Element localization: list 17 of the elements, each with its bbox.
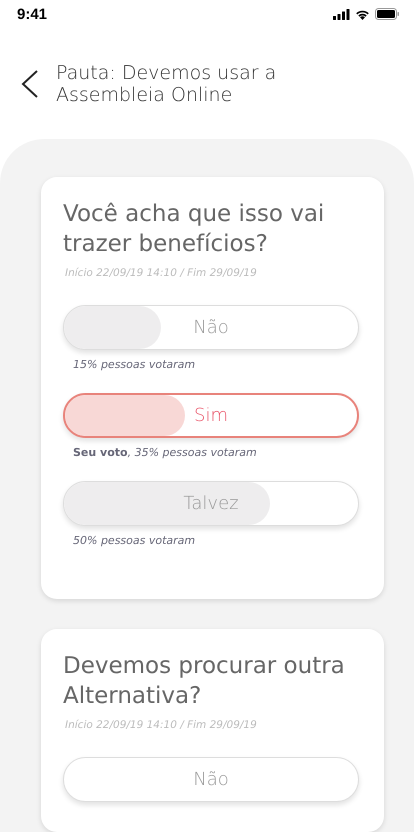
vote-option-button[interactable]: Talvez [63, 481, 359, 526]
vote-option-button[interactable]: Não [63, 305, 359, 350]
vote-option-button[interactable]: Sim [63, 393, 359, 438]
vote-option-button[interactable]: Não [63, 757, 359, 802]
battery-icon [375, 8, 400, 20]
wifi-icon [355, 8, 370, 20]
vote-result: 15% pessoas votaram [73, 358, 196, 371]
vote-result: Seu voto, 35% pessoas votaram [73, 446, 258, 459]
voting-period: Início 22/09/19 14:10 / Fim 29/09/19 [65, 267, 258, 279]
status-time: 9:41 [17, 6, 48, 22]
vote-result: 50% pessoas votaram [73, 534, 196, 547]
page-title: Pauta: Devemos usar a Assembleia Online [56, 62, 278, 106]
voting-period: Início 22/09/19 14:10 / Fim 29/09/19 [65, 719, 258, 731]
question-title: Você acha que isso vai trazer benefícios? [63, 200, 326, 259]
back-button[interactable] [20, 69, 40, 99]
question-title: Devemos procurar outra Alternativa? [63, 652, 346, 711]
signal-icon [333, 8, 350, 20]
